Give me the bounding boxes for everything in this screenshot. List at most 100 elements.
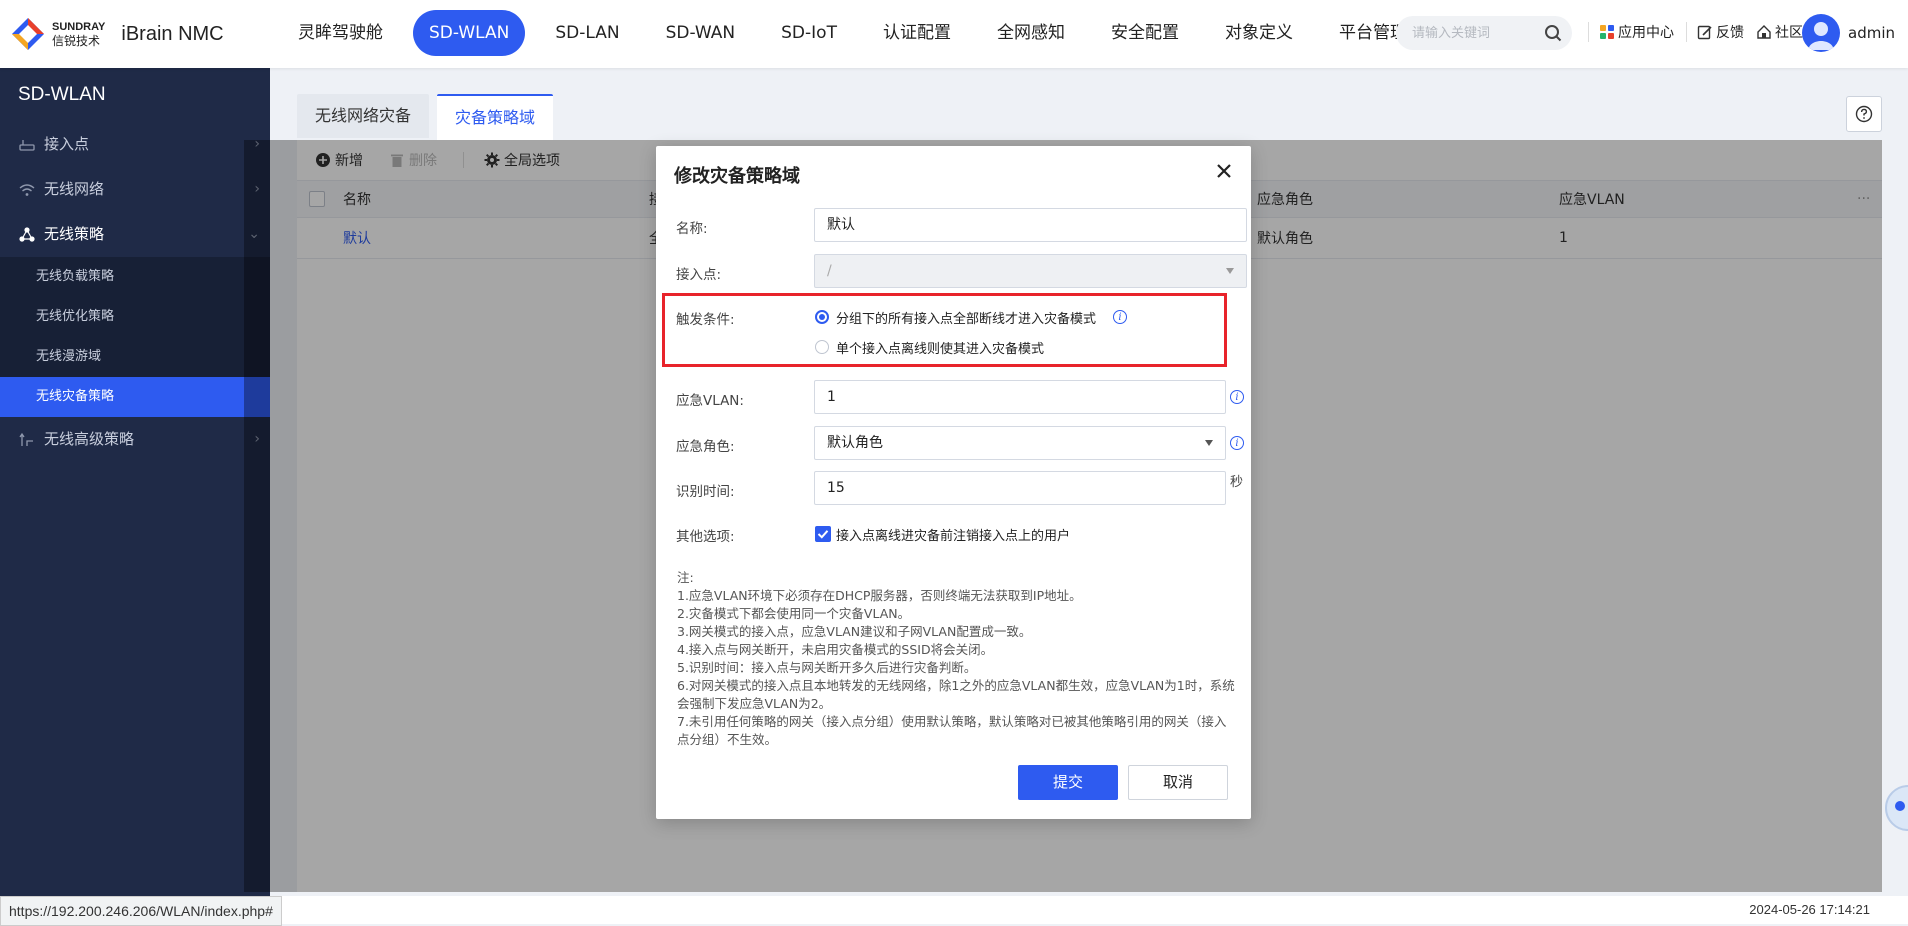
name-field[interactable]: 默认 — [814, 208, 1247, 242]
vlan-label: 应急VLAN: — [676, 393, 744, 409]
divider — [1686, 22, 1687, 42]
chevron-down-icon — [1226, 268, 1234, 274]
sidebar-subitem-disaster-policy[interactable]: 无线灾备策略 — [0, 377, 270, 417]
nav-item-cockpit[interactable]: 灵眸驾驶舱 — [282, 10, 399, 56]
submit-button[interactable]: 提交 — [1018, 765, 1118, 800]
feedback-button[interactable]: 反馈 — [1697, 22, 1744, 42]
note-line: 1.应急VLAN环境下必须存在DHCP服务器，否则终端无法获取到IP地址。 — [677, 588, 1082, 603]
time-label: 识别时间: — [676, 484, 735, 500]
dialog-title: 修改灾备策略域 — [674, 166, 800, 187]
role-row: 应急角色: 默认角色 i — [676, 426, 1244, 462]
note-line: 3.网关模式的接入点，应急VLAN建议和子网VLAN配置成一致。 — [677, 624, 1032, 639]
app-center-label: 应用中心 — [1618, 25, 1674, 41]
name-label: 名称: — [676, 221, 708, 237]
trigger-option-1-label[interactable]: 分组下的所有接入点全部断线才进入灾备模式 — [836, 308, 1096, 327]
search-input[interactable] — [1410, 24, 1544, 41]
user-avatar-icon — [1808, 22, 1834, 50]
nav-item-auth-config[interactable]: 认证配置 — [867, 10, 967, 56]
sidebar: SD-WLAN 接入点 › 无线网络 › 无线策略 ⌄ 无线负载策略 无线优化策… — [0, 68, 270, 896]
emergency-vlan-input[interactable]: 1 — [814, 380, 1226, 414]
note-line: 4.接入点与网关断开，未启用灾备模式的SSID将会关闭。 — [677, 642, 994, 657]
nav-item-sd-wan[interactable]: SD-WAN — [650, 10, 752, 56]
tab-disaster-policy-domain[interactable]: 灾备策略域 — [437, 94, 554, 140]
note-line: 5.识别时间：接入点与网关断开多久后进行灾备判断。 — [677, 660, 977, 675]
sundray-logo-icon — [10, 16, 46, 52]
nav-item-sd-lan[interactable]: SD-LAN — [539, 10, 635, 56]
router-icon — [19, 139, 35, 151]
advanced-icon — [19, 432, 33, 446]
emergency-role-select[interactable]: 默认角色 — [814, 426, 1226, 460]
cancel-button[interactable]: 取消 — [1128, 765, 1228, 800]
note-line: 6.对网关模式的接入点且本地转发的无线网络，除1之外的应急VLAN都生效，应急V… — [677, 678, 1235, 711]
sidebar-title: SD-WLAN — [18, 84, 106, 105]
nav-item-security-config[interactable]: 安全配置 — [1095, 10, 1195, 56]
time-unit: 秒 — [1230, 475, 1244, 490]
trigger-all-offline-radio[interactable] — [815, 310, 829, 324]
sidebar-item-wireless-policy[interactable]: 无线策略 ⌄ — [0, 212, 270, 257]
trigger-single-offline-radio[interactable] — [815, 340, 829, 354]
ap-select: / — [814, 254, 1247, 288]
trigger-row: 触发条件: 分组下的所有接入点全部断线才进入灾备模式 i 单个接入点离线则使其进… — [676, 308, 1236, 368]
trigger-label: 触发条件: — [676, 312, 735, 328]
header-tools: 应用中心 反馈 社区 — [1588, 22, 1815, 42]
logout-users-checkbox[interactable] — [815, 526, 831, 542]
assistant-robot-icon[interactable] — [1878, 778, 1908, 838]
wifi-icon — [19, 183, 35, 196]
tab-bar: 无线网络灾备 灾备策略域 — [297, 94, 561, 140]
status-url: https://192.200.246.206/WLAN/index.php# — [0, 896, 282, 926]
status-bar: https://192.200.246.206/WLAN/index.php# … — [0, 896, 1908, 926]
logout-users-label[interactable]: 接入点离线进灾备前注销接入点上的用户 — [836, 525, 1070, 544]
checkmark-icon — [817, 530, 829, 539]
product-name: iBrain NMC — [121, 22, 224, 45]
info-icon[interactable]: i — [1230, 436, 1244, 450]
note-line: 注: — [677, 570, 694, 585]
other-options-row: 其他选项: 接入点离线进灾备前注销接入点上的用户 — [676, 523, 1236, 547]
note-line: 2.灾备模式下都会使用同一个灾备VLAN。 — [677, 606, 911, 621]
brand-logo[interactable]: SUNDRAY 信锐技术 iBrain NMC — [10, 13, 224, 55]
community-button[interactable]: 社区 — [1756, 22, 1803, 42]
sidebar-item-access-point[interactable]: 接入点 › — [0, 122, 270, 167]
nav-item-sd-iot[interactable]: SD-IoT — [765, 10, 853, 56]
trigger-option-2-label[interactable]: 单个接入点离线则使其进入灾备模式 — [836, 338, 1044, 357]
nav-item-network-perception[interactable]: 全网感知 — [981, 10, 1081, 56]
sidebar-item-label: 无线高级策略 — [44, 430, 135, 448]
search-icon[interactable] — [1544, 24, 1562, 42]
home-community-icon — [1757, 25, 1771, 39]
help-icon — [1855, 105, 1873, 123]
role-label: 应急角色: — [676, 439, 735, 455]
nav-item-sd-wlan[interactable]: SD-WLAN — [413, 10, 526, 56]
info-icon[interactable]: i — [1230, 390, 1244, 404]
top-navigation-bar: SUNDRAY 信锐技术 iBrain NMC 灵眸驾驶舱 SD-WLAN SD… — [0, 0, 1908, 68]
sidebar-item-label: 接入点 — [44, 135, 90, 153]
tab-wireless-disaster[interactable]: 无线网络灾备 — [297, 94, 430, 138]
nav-item-object-definition[interactable]: 对象定义 — [1209, 10, 1309, 56]
sidebar-item-label: 无线策略 — [44, 225, 105, 243]
chevron-down-icon — [1205, 440, 1213, 446]
avatar — [1802, 14, 1840, 52]
help-button[interactable] — [1846, 96, 1882, 132]
app-center-button[interactable]: 应用中心 — [1599, 22, 1674, 42]
detection-time-input[interactable]: 15 — [814, 471, 1226, 505]
sidebar-item-advanced-policy[interactable]: 无线高级策略 › — [0, 417, 270, 462]
sidebar-item-wireless-network[interactable]: 无线网络 › — [0, 167, 270, 212]
brand-text: SUNDRAY 信锐技术 — [52, 20, 105, 48]
role-select-value: 默认角色 — [827, 435, 883, 451]
brand-en: SUNDRAY — [52, 21, 106, 33]
edit-feedback-icon — [1697, 25, 1712, 40]
ap-row: 接入点: / — [676, 254, 1247, 290]
feedback-label: 反馈 — [1716, 25, 1744, 41]
user-menu[interactable]: admin — [1802, 14, 1895, 52]
ap-label: 接入点: — [676, 267, 722, 283]
app-grid-icon — [1600, 25, 1614, 39]
community-label: 社区 — [1775, 25, 1803, 41]
ap-select-value: / — [827, 263, 832, 279]
close-icon[interactable] — [1213, 160, 1235, 182]
sidebar-subitem-load-policy[interactable]: 无线负载策略 — [0, 257, 270, 297]
sidebar-subitem-roaming-domain[interactable]: 无线漫游域 — [0, 337, 270, 377]
other-options-label: 其他选项: — [676, 529, 735, 545]
sidebar-subitem-optimization-policy[interactable]: 无线优化策略 — [0, 297, 270, 337]
info-icon[interactable]: i — [1113, 310, 1127, 324]
name-row: 名称: 默认 — [676, 208, 1247, 244]
main-nav: 灵眸驾驶舱 SD-WLAN SD-LAN SD-WAN SD-IoT 认证配置 … — [282, 10, 1437, 56]
notes-block: 注: 1.应急VLAN环境下必须存在DHCP服务器，否则终端无法获取到IP地址。… — [677, 569, 1237, 749]
